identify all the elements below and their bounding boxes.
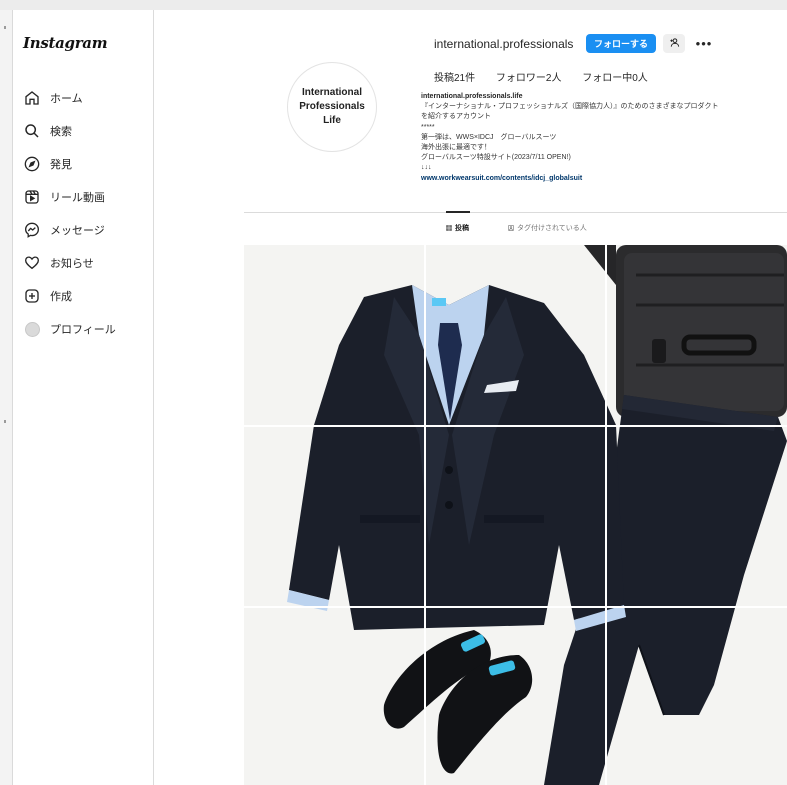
- sidebar-item-label: 作成: [50, 291, 72, 303]
- post-thumbnail[interactable]: [244, 427, 424, 606]
- post-thumbnail[interactable]: [607, 608, 787, 785]
- active-tab-indicator: [446, 211, 470, 213]
- tab-posts[interactable]: 投稿: [446, 223, 469, 233]
- more-icon: •••: [695, 35, 713, 51]
- window-top-strip: [0, 0, 787, 10]
- plus-square-icon: [23, 287, 41, 305]
- sidebar-item-profile[interactable]: プロフィール: [23, 318, 116, 340]
- bio-line: を紹介するアカウント: [421, 113, 491, 121]
- add-user-icon: [669, 35, 680, 53]
- sidebar-item-label: ホーム: [50, 93, 83, 105]
- bio-link[interactable]: www.workwearsuit.com/contents/idcj_globa…: [421, 174, 787, 184]
- following-count[interactable]: フォロー中0人: [582, 73, 648, 84]
- sidebar-item-label: お知らせ: [50, 258, 94, 270]
- compass-icon: [23, 155, 41, 173]
- profile-picture-line: International: [301, 87, 362, 98]
- home-icon: [23, 89, 41, 107]
- sidebar-item-home[interactable]: ホーム: [23, 87, 83, 109]
- profile-picture-line: Life: [323, 115, 341, 126]
- sidebar-item-label: リール動画: [50, 192, 105, 204]
- profile-username: international.professionals: [434, 37, 574, 51]
- sidebar-item-explore[interactable]: 発見: [23, 153, 72, 175]
- grid-icon: [446, 225, 452, 231]
- profile-picture-text: International Professionals Life: [299, 86, 365, 128]
- edge-mark: [4, 420, 6, 423]
- post-thumbnail[interactable]: [426, 427, 605, 606]
- sidebar-item-label: メッセージ: [50, 225, 105, 237]
- post-thumbnail[interactable]: [607, 427, 787, 606]
- sidebar-item-reels[interactable]: リール動画: [23, 186, 105, 208]
- tab-label: 投稿: [455, 225, 469, 232]
- profile-main: International Professionals Life interna…: [154, 10, 787, 785]
- bio-line: 第一弾は、WWS×IDCJ グローバルスーツ: [421, 133, 557, 141]
- post-thumbnail[interactable]: [244, 245, 424, 425]
- bio-line: 海外出張に最適です！: [421, 144, 491, 152]
- sidebar-item-label: 検索: [50, 126, 72, 138]
- heart-icon: [23, 254, 41, 272]
- post-thumbnail[interactable]: [426, 608, 605, 785]
- messenger-icon: [23, 221, 41, 239]
- tab-tagged[interactable]: タグ付けされている人: [508, 223, 587, 233]
- sidebar-item-messages[interactable]: メッセージ: [23, 219, 105, 241]
- profile-bio: international.professionals.life 『インターナシ…: [421, 92, 787, 184]
- followers-count[interactable]: フォロワー2人: [496, 73, 562, 84]
- bio-line: ↓↓↓: [421, 164, 432, 172]
- sidebar-item-notifications[interactable]: お知らせ: [23, 252, 94, 274]
- tabs-divider: [244, 212, 787, 213]
- post-grid: [244, 245, 787, 785]
- reels-icon: [23, 188, 41, 206]
- avatar: [23, 320, 41, 338]
- profile-stats: 投稿21件 フォロワー2人 フォロー中0人: [434, 69, 666, 84]
- post-thumbnail[interactable]: [607, 245, 787, 425]
- bio-line: グローバルスーツ特設サイト(2023/7/11 OPEN!): [421, 154, 571, 162]
- tab-label: タグ付けされている人: [517, 225, 587, 232]
- sidebar-item-create[interactable]: 作成: [23, 285, 72, 307]
- profile-picture[interactable]: International Professionals Life: [287, 62, 377, 152]
- follow-button[interactable]: フォローする: [586, 34, 656, 53]
- sidebar-item-label: プロフィール: [50, 324, 116, 336]
- bio-line: 『インターナショナル・プロフェッショナルズ（国際協力人）』のためのさまざまなプロ…: [421, 103, 719, 111]
- tag-icon: [508, 225, 514, 231]
- post-thumbnail[interactable]: [244, 608, 424, 785]
- bio-name: international.professionals.life: [421, 93, 523, 100]
- profile-picture-line: Professionals: [299, 101, 365, 112]
- edge-mark: [4, 26, 6, 29]
- suggest-users-button[interactable]: [663, 34, 685, 53]
- instagram-logo[interactable]: Instagram: [23, 34, 108, 52]
- window-left-edge: [0, 10, 13, 785]
- bio-line: *****: [421, 123, 435, 131]
- sidebar-item-search[interactable]: 検索: [23, 120, 72, 142]
- post-thumbnail[interactable]: [426, 245, 605, 425]
- search-icon: [23, 122, 41, 140]
- more-options-button[interactable]: •••: [694, 33, 714, 53]
- sidebar: Instagram ホーム 検索 発見 リール動画 メッセージ お知らせ 作成 …: [13, 10, 154, 785]
- sidebar-item-label: 発見: [50, 159, 72, 171]
- posts-count: 投稿21件: [434, 73, 476, 84]
